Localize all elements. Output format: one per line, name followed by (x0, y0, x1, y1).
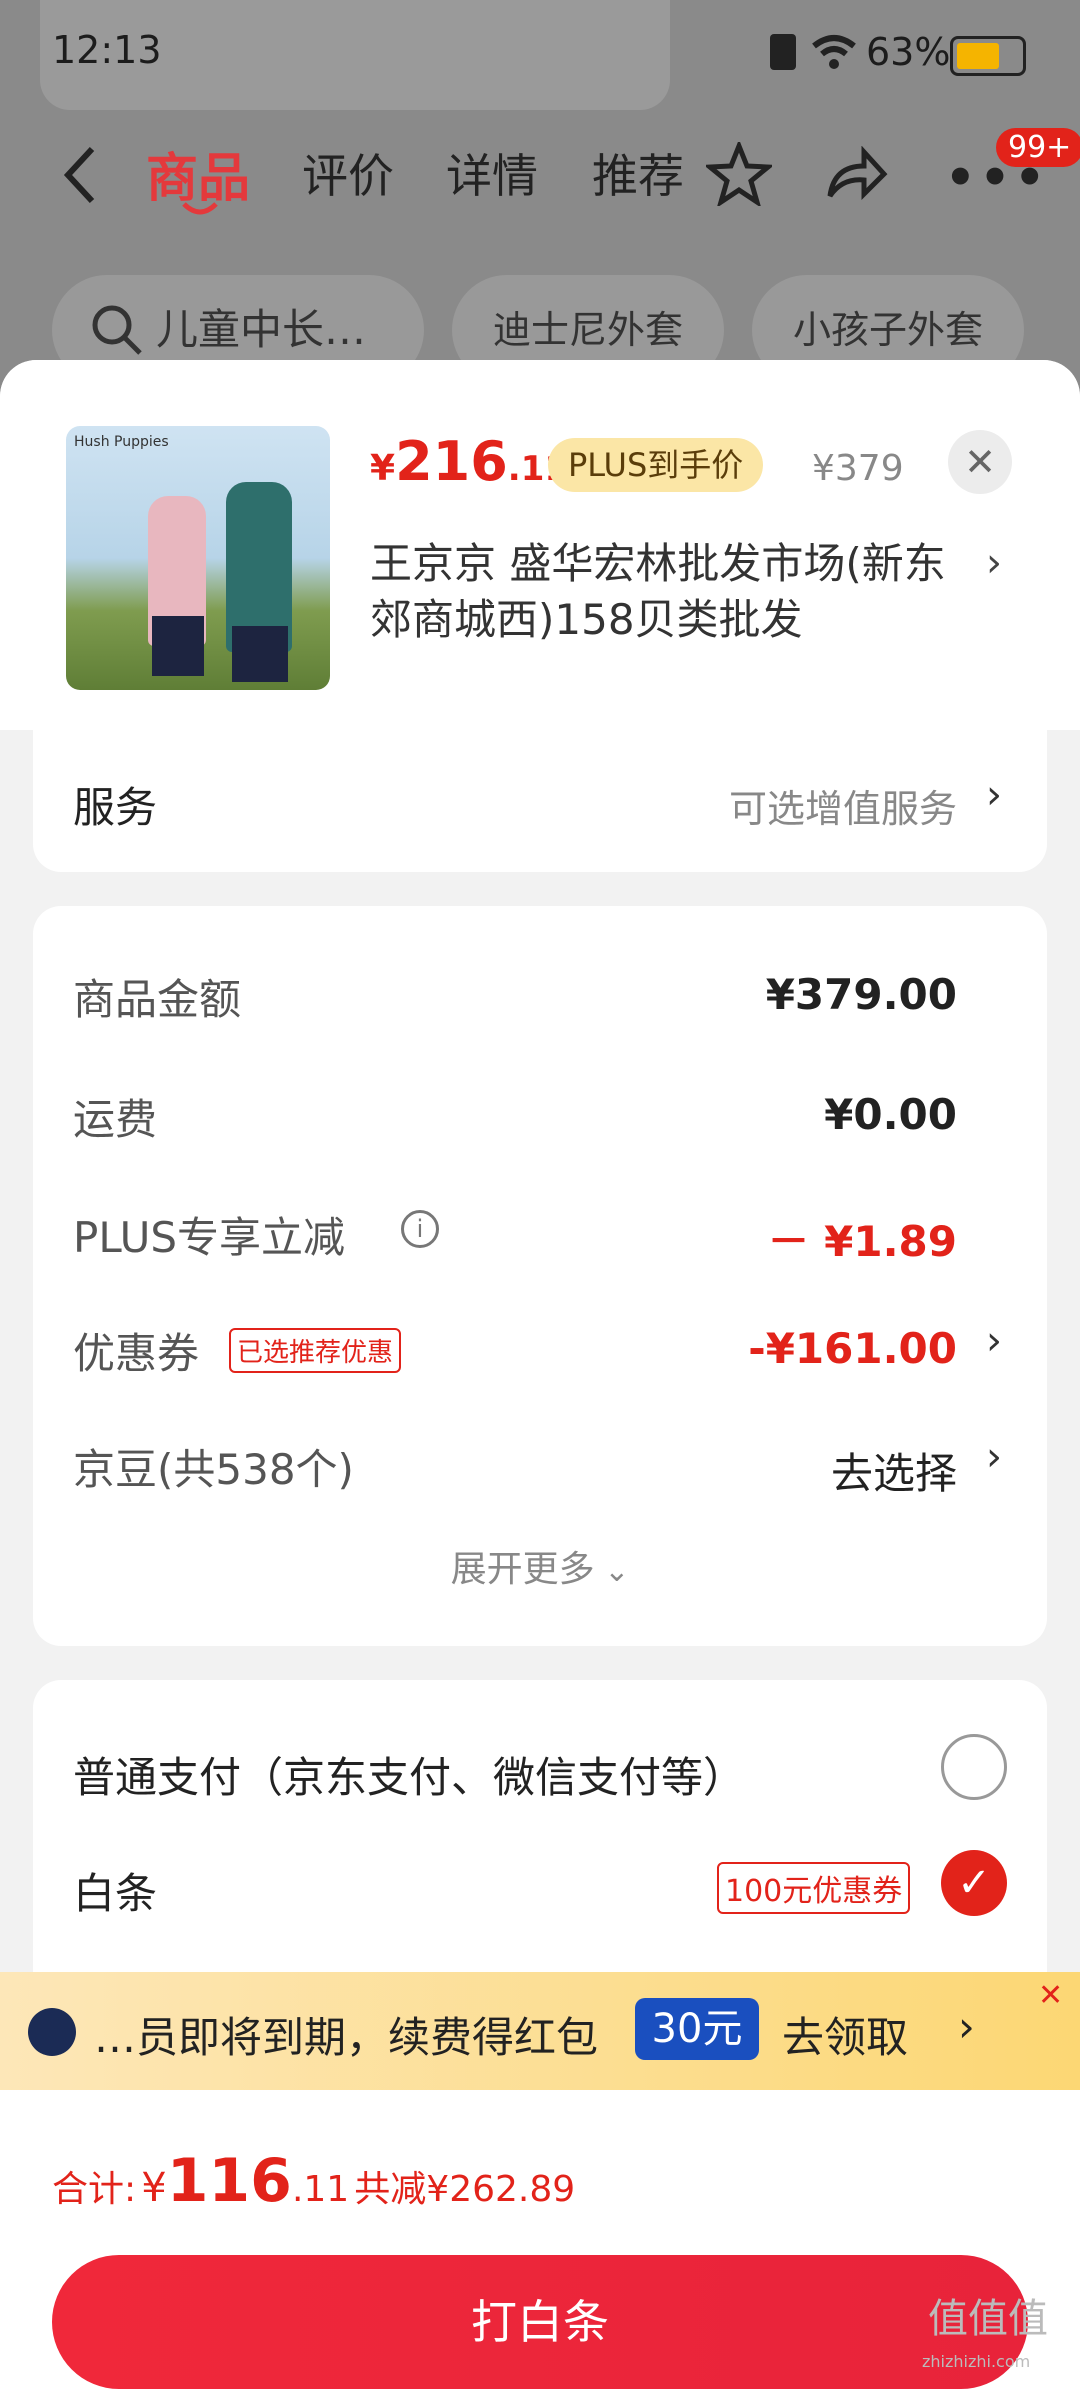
search-icon (92, 305, 142, 355)
tab-recommend[interactable]: 推荐 (592, 140, 684, 206)
active-tab-indicator (182, 202, 218, 215)
status-time: 12:13 (52, 28, 162, 72)
star-icon[interactable] (706, 142, 772, 206)
product-price: ¥216.11 (370, 430, 569, 493)
chevron-right-icon: › (958, 2002, 975, 2051)
chevron-down-icon: ⌄ (594, 1554, 630, 1589)
coupon-value[interactable]: -¥161.00 (748, 1324, 957, 1373)
tab-details[interactable]: 详情 (446, 140, 538, 206)
cost-value: － ¥1.89 (767, 1217, 957, 1266)
wifi-icon (812, 35, 856, 69)
baitiao-coupon-tag: 100元优惠券 (717, 1862, 911, 1914)
plus-price-tag: PLUS到手价 (548, 438, 764, 492)
chevron-right-icon[interactable]: › (986, 1434, 1002, 1480)
battery-icon (950, 36, 1026, 76)
payment-option-label[interactable]: 普通支付（京东支付、微信支付等） (73, 1744, 745, 1805)
battery-percent: 63% (866, 30, 951, 74)
chevron-right-icon: › (986, 772, 1002, 818)
service-card[interactable]: 服务 可选增值服务 › (33, 730, 1047, 872)
cost-value: ¥379.00 (765, 970, 957, 1019)
product-header: Hush Puppies ¥216.11 PLUS到手价 ¥379 ✕ 王京京 … (0, 360, 1080, 730)
payment-radio-unselected[interactable] (941, 1734, 1007, 1800)
banner-text: …员即将到期，续费得红包 (94, 2013, 599, 2062)
cost-label: 商品金额 (73, 975, 242, 1024)
chevron-right-icon[interactable]: › (986, 1318, 1002, 1364)
checkout-sheet: Hush Puppies ¥216.11 PLUS到手价 ¥379 ✕ 王京京 … (0, 360, 1080, 2400)
cost-value: ¥0.00 (824, 1090, 957, 1139)
original-price: ¥379 (812, 448, 904, 489)
service-label: 服务 (73, 783, 158, 832)
expand-more-button[interactable]: 展开更多 ⌄ (33, 1540, 1047, 1592)
shop-chevron-icon[interactable]: › (986, 540, 1002, 586)
member-logo-icon (28, 2008, 76, 2056)
coupon-tag: 已选推荐优惠 (229, 1328, 402, 1373)
payment-radio-selected[interactable]: ✓ (941, 1850, 1007, 1916)
more-badge: 99+ (996, 128, 1080, 167)
shop-name[interactable]: 王京京 盛华宏林批发市场(新东郊商城西)158贝类批发 (370, 536, 960, 648)
jingdou-select[interactable]: 去选择 (831, 1440, 957, 1501)
banner-action[interactable]: 去领取 (782, 2004, 908, 2065)
coupon-label[interactable]: 优惠券 (73, 1320, 199, 1381)
banner-amount: 30元 (635, 1998, 759, 2060)
background-page: 12:13 63% 商品 评价 详情 推荐 ••• 99+ 儿童中长… 迪士尼外… (0, 0, 1080, 400)
membership-renew-banner[interactable]: …员即将到期，续费得红包 30元 去领取 › ✕ (0, 1972, 1080, 2090)
sim-icon (770, 34, 796, 70)
service-hint: 可选增值服务 (728, 787, 957, 831)
thumb-brand-logo: Hush Puppies (74, 434, 169, 450)
banner-close-icon[interactable]: ✕ (1038, 1978, 1063, 2013)
checkout-footer: 合计: ¥116.11 共减¥262.89 打白条 值值值 zhizhizhi.… (0, 2090, 1080, 2400)
jingdou-label[interactable]: 京豆(共538个) (73, 1436, 354, 1497)
pay-button[interactable]: 打白条 (52, 2255, 1028, 2389)
cost-label: PLUS专享立减 (73, 1213, 346, 1262)
back-arrow-icon[interactable] (60, 145, 100, 205)
watermark-url: zhizhizhi.com (922, 2352, 1031, 2371)
close-icon[interactable]: ✕ (948, 430, 1012, 494)
total-summary: 合计: ¥116.11 共减¥262.89 (52, 2146, 576, 2216)
tab-reviews[interactable]: 评价 (302, 140, 394, 206)
thumb-figure (232, 626, 288, 682)
cost-label: 运费 (73, 1095, 158, 1144)
share-icon[interactable] (824, 146, 888, 202)
watermark-logo: 值值值 (928, 2296, 1048, 2342)
info-icon[interactable]: i (401, 1210, 439, 1248)
product-thumbnail[interactable]: Hush Puppies (66, 426, 330, 690)
cost-card: 商品金额 ¥379.00 运费 ¥0.00 PLUS专享立减 i － ¥1.89… (33, 906, 1047, 1646)
payment-option-label[interactable]: 白条 (73, 1860, 157, 1921)
thumb-figure (152, 616, 204, 676)
